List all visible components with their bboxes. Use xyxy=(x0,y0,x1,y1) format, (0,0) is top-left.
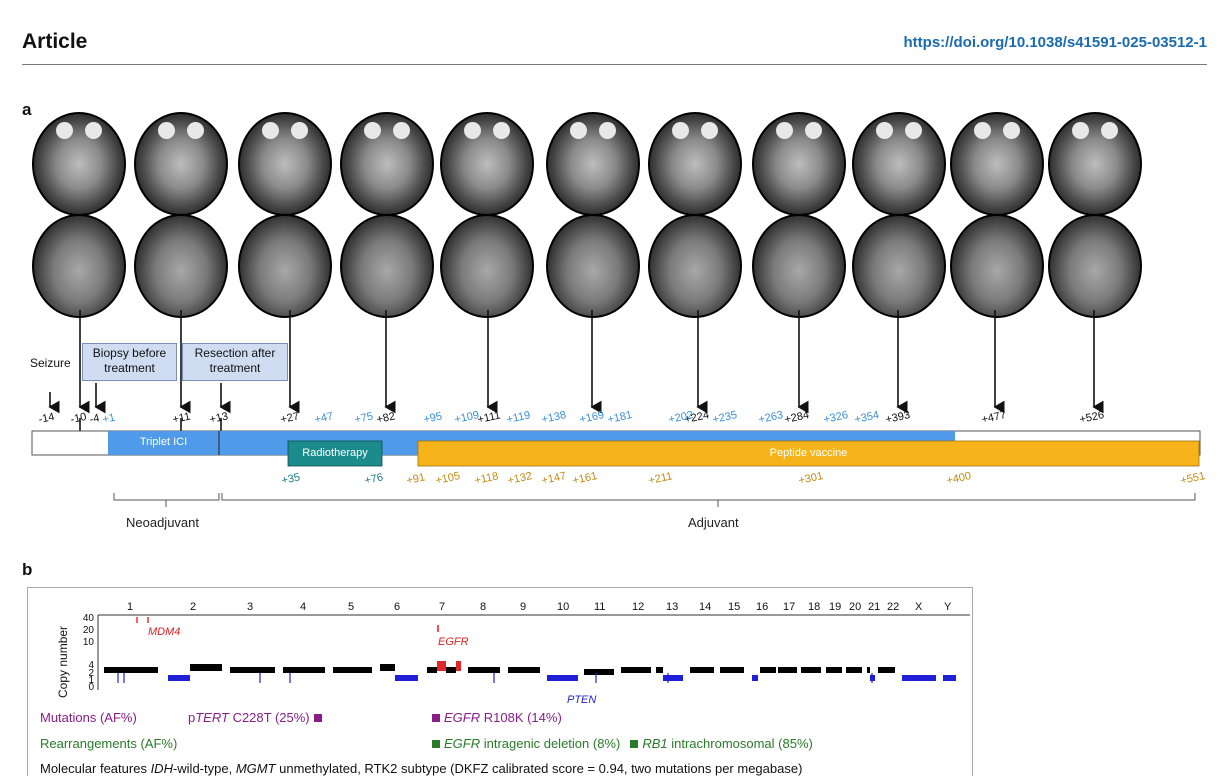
cnv-segment xyxy=(547,675,578,681)
cnv-segment xyxy=(943,675,956,681)
cnv-segment xyxy=(380,664,395,671)
cnv-segment xyxy=(333,667,372,673)
tert-mutation: pTERT C228T (25%) xyxy=(188,710,326,725)
cnv-segment xyxy=(446,667,456,673)
cnv-segment xyxy=(456,661,461,671)
cnv-segment xyxy=(902,675,936,681)
gene-pten: PTEN xyxy=(567,694,597,706)
cnv-segment xyxy=(168,675,190,681)
cnv-segment xyxy=(427,667,437,673)
cnv-segment xyxy=(656,667,663,673)
cnv-segment xyxy=(846,667,862,673)
gene-egfr: EGFR xyxy=(438,636,469,648)
cnv-segment xyxy=(826,667,842,673)
cnv-segment xyxy=(867,667,870,673)
cnv-segment xyxy=(720,667,744,673)
cnv-segment xyxy=(104,667,158,673)
gene-mdm4: MDM4 xyxy=(148,626,181,638)
rearrangements-label: Rearrangements (AF%) xyxy=(40,736,178,751)
egfr-mutation: EGFR R108K (14%) xyxy=(432,710,562,725)
cnv-segment xyxy=(663,675,683,681)
cnv-segment xyxy=(508,667,540,673)
cnv-segment xyxy=(283,667,325,673)
egfr-rearrangement: EGFR intragenic deletion (8%) RB1 intrach… xyxy=(432,736,813,751)
cnv-segment xyxy=(395,675,418,681)
cnv-segment xyxy=(468,667,500,673)
cnv-segment xyxy=(690,667,714,673)
molecular-features: Molecular features IDH-wild-type, MGMT u… xyxy=(40,761,803,776)
cnv-segment xyxy=(621,667,651,673)
cnv-segment xyxy=(801,667,821,673)
mutations-label: Mutations (AF%) xyxy=(40,710,137,725)
cnv-segment xyxy=(760,667,776,673)
cnv-segment xyxy=(778,667,797,673)
cnv-segment xyxy=(584,669,614,675)
cnv-segment xyxy=(230,667,275,673)
cnv-segment xyxy=(190,664,222,671)
cnv-graphic xyxy=(97,614,970,690)
cnv-segment xyxy=(752,675,758,681)
cnv-segment xyxy=(878,667,895,673)
cnv-segment xyxy=(437,661,446,671)
